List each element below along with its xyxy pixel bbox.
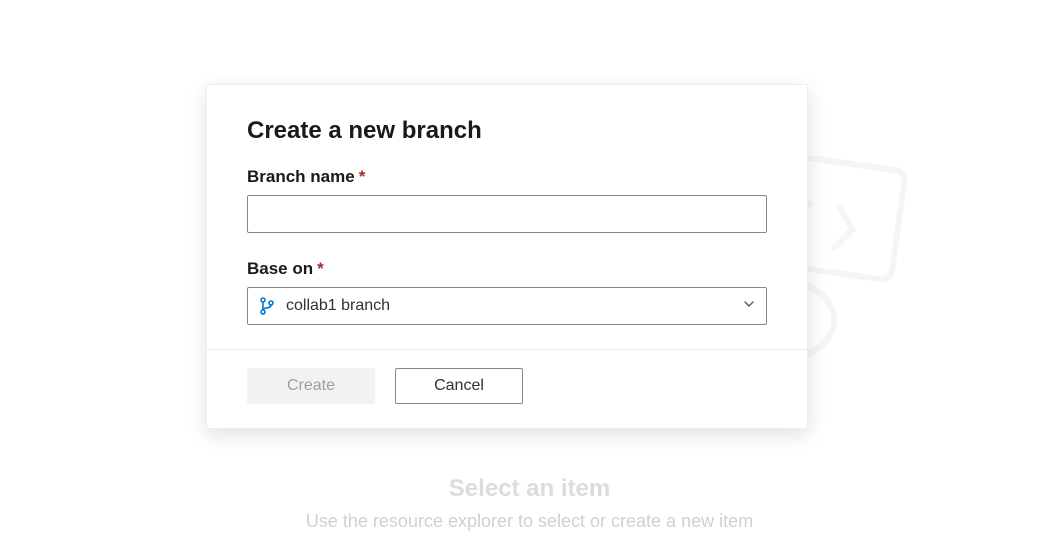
dialog-footer: Create Cancel <box>207 349 807 428</box>
empty-title: Select an item <box>449 475 610 503</box>
git-branch-icon <box>258 297 276 315</box>
base-on-field: Base on * collab1 branch <box>247 259 767 325</box>
base-on-select[interactable]: collab1 branch <box>247 287 767 325</box>
branch-name-label-text: Branch name <box>247 167 355 187</box>
branch-name-label: Branch name * <box>247 167 767 187</box>
required-indicator: * <box>317 259 324 279</box>
branch-name-field: Branch name * <box>247 167 767 233</box>
create-button[interactable]: Create <box>247 368 375 404</box>
dialog-title: Create a new branch <box>247 117 767 145</box>
create-branch-dialog: Create a new branch Branch name * Base o… <box>206 84 808 429</box>
empty-subtitle: Use the resource explorer to select or c… <box>306 511 753 532</box>
base-on-label-text: Base on <box>247 259 313 279</box>
base-on-selected-value: collab1 branch <box>286 297 732 315</box>
chevron-down-icon <box>742 297 756 316</box>
required-indicator: * <box>359 167 366 187</box>
branch-name-input[interactable] <box>247 195 767 233</box>
dialog-body: Create a new branch Branch name * Base o… <box>207 85 807 349</box>
base-on-label: Base on * <box>247 259 767 279</box>
cancel-button[interactable]: Cancel <box>395 368 523 404</box>
